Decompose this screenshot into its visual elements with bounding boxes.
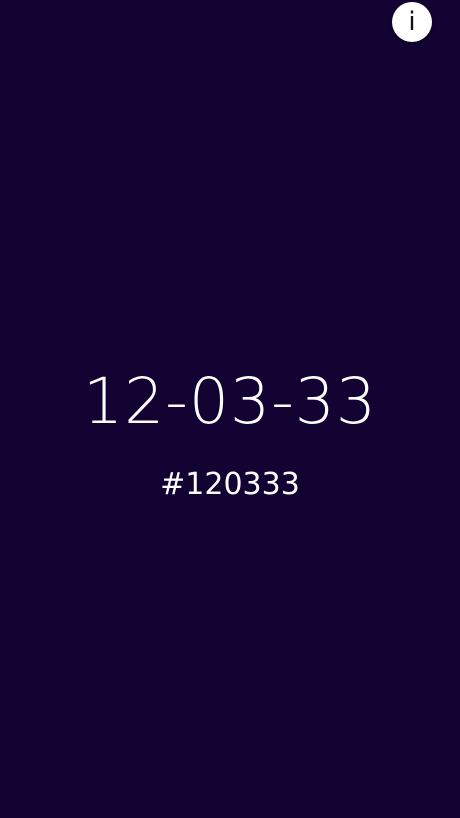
info-button[interactable]: i (392, 2, 432, 42)
hex-color-code: #120333 (160, 467, 300, 502)
time-display: 12-03-33 (83, 365, 377, 438)
clock-screen: i 12-03-33 #120333 (0, 0, 460, 818)
info-icon: i (408, 6, 416, 37)
